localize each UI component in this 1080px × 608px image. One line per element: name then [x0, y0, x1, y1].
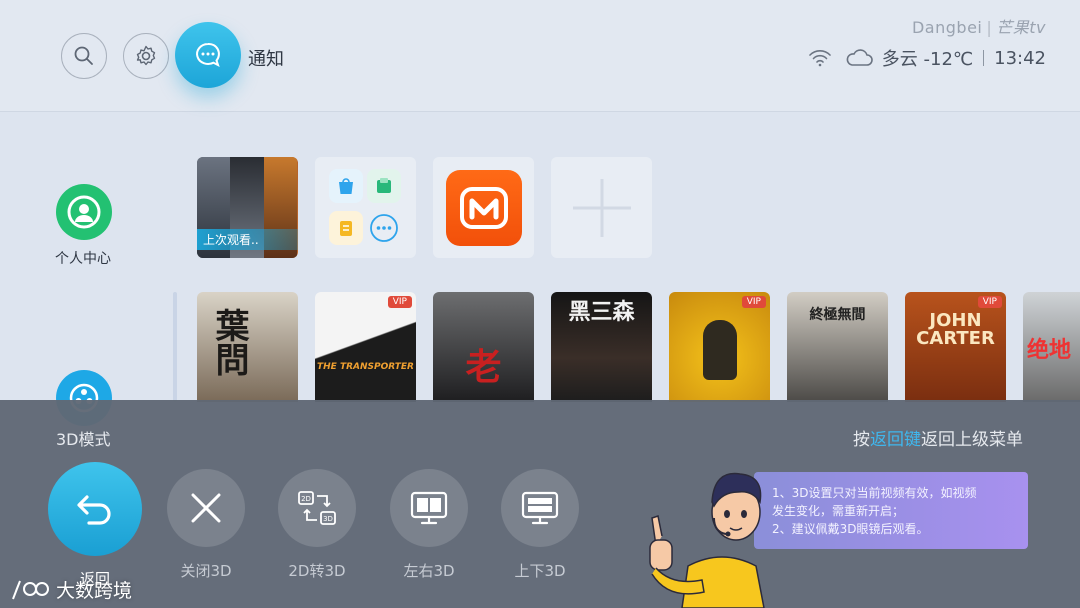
- file-manager-icon: [367, 169, 401, 203]
- apps-tile[interactable]: [315, 157, 416, 258]
- status-bar: 多云 -12℃ 13:42: [808, 45, 1046, 71]
- focus-indicator: [173, 292, 177, 402]
- watermark-logo: [12, 580, 49, 599]
- movie-poster-7[interactable]: VIP JOHN CARTER: [905, 292, 1006, 402]
- movie-poster-6[interactable]: 終極無間: [787, 292, 888, 402]
- poster-title: JOHN CARTER: [916, 310, 995, 349]
- notes-icon: [329, 211, 363, 245]
- svg-text:3D: 3D: [323, 515, 333, 523]
- watermark: 大数跨境: [10, 576, 132, 603]
- watermark-text: 大数跨境: [56, 580, 133, 602]
- chat-bubble-icon: [196, 42, 220, 68]
- plus-icon: [572, 178, 631, 237]
- top-bottom-3d-button[interactable]: 上下3D: [501, 469, 579, 581]
- gear-icon: [136, 45, 156, 66]
- movie-poster-3[interactable]: 老: [433, 292, 534, 402]
- tip-line-2: 发生变化，需重新开启；: [772, 504, 905, 518]
- store-icon: [329, 169, 363, 203]
- movie-poster-1[interactable]: 葉問: [197, 292, 298, 402]
- movie-poster-5[interactable]: VIP: [669, 292, 770, 402]
- settings-button[interactable]: [123, 33, 169, 79]
- hint-suffix: 返回上级菜单: [921, 430, 1023, 450]
- user-icon: [56, 184, 112, 240]
- poster-title: 绝地: [1027, 338, 1072, 363]
- status-divider: [983, 50, 985, 66]
- back-arrow-icon: [48, 462, 142, 556]
- poster-title: 老: [465, 346, 502, 388]
- mascot-character: [649, 472, 765, 608]
- notification-label: 通知: [248, 49, 284, 70]
- close-icon: [167, 469, 245, 547]
- mango-tv-icon: [445, 169, 522, 246]
- back-hint: 按返回键返回上级菜单: [853, 425, 1023, 450]
- more-apps-icon: [367, 211, 401, 245]
- movie-poster-2[interactable]: VIP THE TRANSPORTER: [315, 292, 416, 402]
- notification-button[interactable]: [175, 22, 241, 88]
- clock: 13:42: [994, 47, 1046, 69]
- recent-watched-tile[interactable]: 上次观看..: [197, 157, 298, 258]
- convert-2d-3d-label: 2D转3D: [288, 562, 346, 580]
- close-3d-label: 关闭3D: [180, 562, 232, 580]
- side-by-side-3d-label: 左右3D: [403, 562, 455, 580]
- hint-key: 返回键: [870, 430, 921, 450]
- back-button[interactable]: 返回: [48, 462, 142, 589]
- 3d-mode-panel: 3D模式 按返回键返回上级菜单 返回 关闭3D 2D 3D 2D转3D 左右3D…: [0, 400, 1080, 608]
- brand-mango: 芒果tv: [996, 18, 1046, 37]
- convert-2d-3d-button[interactable]: 2D 3D 2D转3D: [278, 469, 356, 581]
- panel-title: 3D模式: [56, 430, 111, 449]
- tip-line-1: 1、3D设置只对当前视频有效，如视频: [772, 486, 977, 500]
- side-by-side-3d-button[interactable]: 左右3D: [390, 469, 468, 581]
- convert-2d-3d-icon: 2D 3D: [278, 469, 356, 547]
- search-button[interactable]: [61, 33, 107, 79]
- movie-poster-8[interactable]: 绝地: [1023, 292, 1080, 402]
- brand-logo: Dangbei | 芒果tv: [911, 18, 1046, 37]
- brand-dangbei: Dangbei: [911, 18, 983, 37]
- wifi-icon: [808, 50, 831, 67]
- top-bar: 通知 Dangbei | 芒果tv 多云 -12℃ 13:42: [0, 0, 1080, 112]
- top-bottom-icon: [501, 469, 579, 547]
- poster-title: 終極無間: [809, 307, 866, 323]
- tip-box: 1、3D设置只对当前视频有效，如视频 发生变化，需重新开启； 2、建议佩戴3D眼…: [754, 472, 1028, 549]
- mango-tv-tile[interactable]: [433, 157, 534, 258]
- poster-title: 黑三森: [568, 300, 635, 325]
- vip-badge: VIP: [741, 296, 766, 308]
- weather-text: 多云 -12℃: [881, 49, 974, 70]
- poster-title: 葉問: [209, 308, 249, 376]
- user-center-label: 个人中心: [55, 251, 111, 267]
- hint-prefix: 按: [853, 430, 870, 450]
- vip-badge: VIP: [977, 296, 1002, 308]
- add-app-tile[interactable]: [551, 157, 652, 258]
- search-icon: [74, 46, 93, 65]
- close-3d-button[interactable]: 关闭3D: [167, 469, 245, 581]
- top-bottom-3d-label: 上下3D: [514, 562, 566, 580]
- poster-title: THE TRANSPORTER: [317, 362, 414, 372]
- vip-badge: VIP: [387, 296, 412, 308]
- tip-line-3: 2、建议佩戴3D眼镜后观看。: [772, 522, 929, 536]
- svg-text:2D: 2D: [301, 495, 311, 503]
- recent-label: 上次观看..: [197, 229, 298, 250]
- sidebar-item-user-center[interactable]: 个人中心: [54, 184, 114, 268]
- poster-figure: [703, 320, 737, 380]
- movie-poster-4[interactable]: 黑三森: [551, 292, 652, 402]
- side-by-side-icon: [390, 469, 468, 547]
- cloud-icon: [846, 49, 873, 66]
